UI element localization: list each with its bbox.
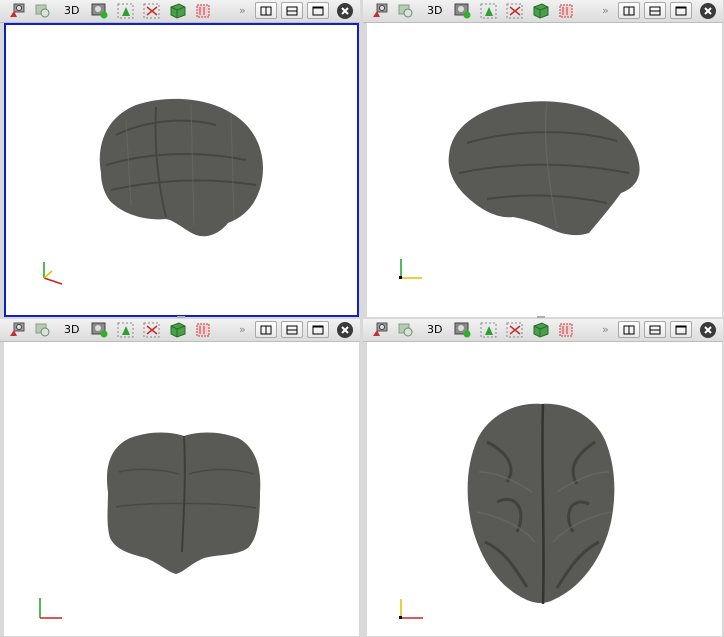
split-vertical-button[interactable] — [618, 321, 640, 338]
zoom-fit-icon[interactable] — [396, 321, 416, 339]
splitter-grip-left[interactable] — [177, 316, 185, 318]
mode-3d-label[interactable]: 3D — [64, 323, 79, 336]
more-tools-icon[interactable]: » — [239, 4, 246, 17]
pick-icon[interactable] — [479, 2, 499, 20]
close-pane-button[interactable] — [337, 322, 353, 338]
snapshot-icon[interactable] — [453, 2, 473, 20]
green-cube-icon[interactable] — [531, 2, 551, 20]
select-box-icon[interactable] — [142, 2, 162, 20]
maximize-icon — [675, 6, 687, 15]
close-pane-button[interactable] — [337, 3, 353, 19]
view-pane-bottom-left: 3D » — [0, 319, 360, 637]
view-pane-bottom-right: 3D » — [363, 319, 723, 637]
pane-toolbar: 3D » — [0, 319, 360, 342]
view-pane-top-right: 3D » — [363, 0, 723, 318]
maximize-button[interactable] — [307, 2, 329, 19]
split-horizontal-button[interactable] — [281, 2, 303, 19]
green-cube-icon[interactable] — [531, 321, 551, 339]
select-box-icon[interactable] — [142, 321, 162, 339]
orientation-axes — [399, 259, 422, 279]
snapshot-icon[interactable] — [453, 321, 473, 339]
pane-toolbar: 3D » — [0, 0, 360, 23]
snapshot-icon[interactable] — [90, 2, 110, 20]
reset-camera-icon[interactable] — [370, 321, 390, 339]
pick-icon[interactable] — [479, 321, 499, 339]
splitter-grip-right[interactable] — [537, 316, 545, 318]
render-viewport[interactable] — [367, 342, 722, 636]
red-cube-icon[interactable] — [194, 2, 214, 20]
pick-icon[interactable] — [116, 2, 136, 20]
mode-3d-label[interactable]: 3D — [427, 323, 442, 336]
split-horizontal-icon — [286, 6, 298, 15]
maximize-icon — [312, 6, 324, 15]
render-viewport[interactable] — [367, 23, 722, 317]
pick-icon[interactable] — [116, 321, 136, 339]
split-horizontal-button[interactable] — [644, 2, 666, 19]
split-horizontal-button[interactable] — [281, 321, 303, 338]
select-box-icon[interactable] — [505, 321, 525, 339]
close-pane-button[interactable] — [700, 322, 716, 338]
maximize-button[interactable] — [307, 321, 329, 338]
maximize-button[interactable] — [670, 2, 692, 19]
zoom-fit-icon[interactable] — [33, 321, 53, 339]
brain-volume-render — [467, 403, 615, 605]
green-cube-icon[interactable] — [168, 2, 188, 20]
pane-toolbar: 3D » — [363, 0, 723, 23]
split-vertical-button[interactable] — [618, 2, 640, 19]
brain-volume-render — [99, 98, 263, 237]
select-box-icon[interactable] — [505, 2, 525, 20]
more-tools-icon[interactable]: » — [602, 323, 609, 336]
brain-volume-render — [448, 101, 640, 236]
more-tools-icon[interactable]: » — [239, 323, 246, 336]
split-vertical-icon — [260, 325, 272, 334]
maximize-icon — [675, 325, 687, 334]
orientation-axes — [399, 599, 423, 619]
split-horizontal-icon — [649, 6, 661, 15]
maximize-button[interactable] — [670, 321, 692, 338]
split-horizontal-icon — [649, 325, 661, 334]
brain-volume-render — [106, 432, 261, 574]
snapshot-icon[interactable] — [90, 321, 110, 339]
reset-camera-icon[interactable] — [370, 2, 390, 20]
split-vertical-button[interactable] — [255, 321, 277, 338]
render-viewport[interactable] — [4, 23, 359, 317]
green-cube-icon[interactable] — [168, 321, 188, 339]
split-vertical-icon — [260, 6, 272, 15]
split-horizontal-button[interactable] — [644, 321, 666, 338]
more-tools-icon[interactable]: » — [602, 4, 609, 17]
mode-3d-label[interactable]: 3D — [64, 4, 79, 17]
view-pane-top-left: 3D » — [0, 0, 360, 318]
close-icon — [341, 7, 349, 15]
close-icon — [704, 7, 712, 15]
close-icon — [341, 326, 349, 334]
orientation-axes — [43, 262, 63, 285]
reset-camera-icon[interactable] — [7, 2, 27, 20]
red-cube-icon[interactable] — [194, 321, 214, 339]
red-cube-icon[interactable] — [557, 2, 577, 20]
close-pane-button[interactable] — [700, 3, 716, 19]
maximize-icon — [312, 325, 324, 334]
reset-camera-icon[interactable] — [7, 321, 27, 339]
split-vertical-button[interactable] — [255, 2, 277, 19]
split-vertical-icon — [623, 325, 635, 334]
close-icon — [704, 326, 712, 334]
zoom-fit-icon[interactable] — [396, 2, 416, 20]
mode-3d-label[interactable]: 3D — [427, 4, 442, 17]
split-vertical-icon — [623, 6, 635, 15]
red-cube-icon[interactable] — [557, 321, 577, 339]
split-horizontal-icon — [286, 325, 298, 334]
zoom-fit-icon[interactable] — [33, 2, 53, 20]
pane-toolbar: 3D » — [363, 319, 723, 342]
orientation-axes — [39, 598, 62, 619]
render-viewport[interactable] — [4, 342, 359, 636]
